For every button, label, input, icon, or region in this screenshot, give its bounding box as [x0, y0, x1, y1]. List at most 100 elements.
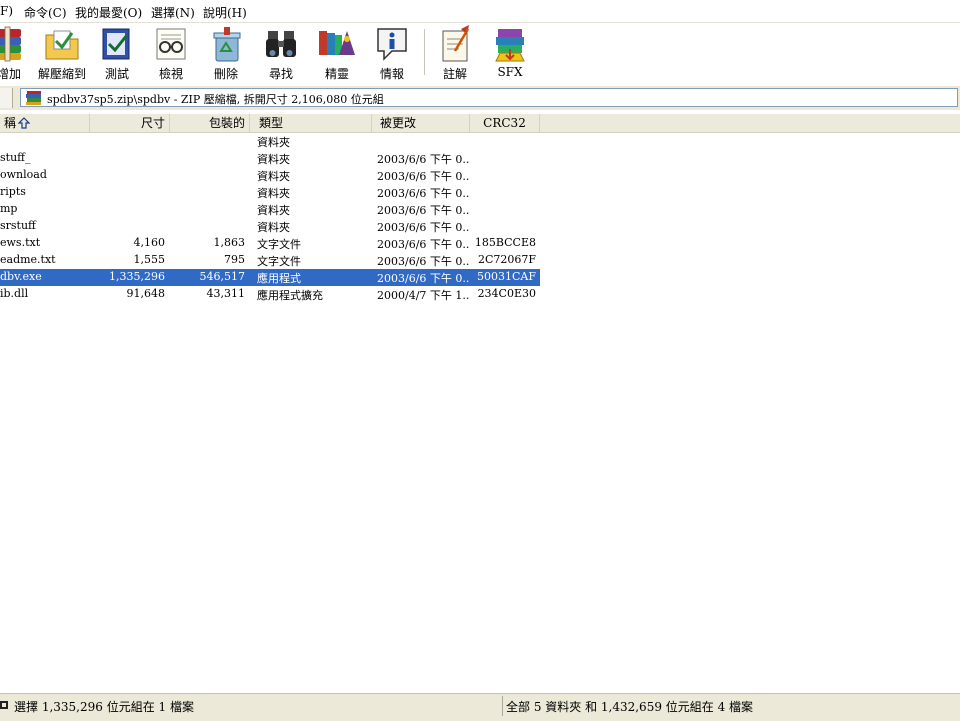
- file-size-cell: 4,160: [133, 236, 166, 249]
- status-bar: 選擇 1,335,296 位元組在 1 檔案 全部 5 資料夾 和 1,432,…: [0, 693, 960, 721]
- file-row[interactable]: ib.dll 91,648 43,311 應用程式擴充 2000/4/7 下午 1...…: [0, 286, 540, 303]
- file-crc-cell: 2C72067F: [477, 253, 536, 266]
- file-type-cell: 資料夾: [257, 187, 290, 200]
- file-row[interactable]: 資料夾: [0, 133, 540, 150]
- address-bar: spdbv37sp5.zip\spdbv - ZIP 壓縮檔, 拆開尺寸 2,1…: [0, 86, 960, 110]
- file-name-cell: ripts: [0, 185, 26, 198]
- file-name-cell: ews.txt: [0, 236, 41, 249]
- sfx-label: SFX: [497, 65, 523, 79]
- menu-commands[interactable]: 命令(C): [24, 4, 67, 21]
- file-list-header: 稱 尺寸 包裝的 類型 被更改 CRC32: [0, 114, 960, 133]
- file-modified-cell: 2003/6/6 下午 0...: [377, 153, 469, 166]
- file-modified-cell: 2003/6/6 下午 0...: [377, 238, 469, 251]
- toolbar: 增加 解壓縮到 測試 檢視 刪除 尋找 精靈 情報 註解 SFX: [0, 23, 960, 83]
- address-text: spdbv37sp5.zip\spdbv - ZIP 壓縮檔, 拆開尺寸 2,1…: [47, 93, 384, 106]
- test-button[interactable]: 測試: [90, 25, 144, 81]
- add-label: 增加: [0, 67, 21, 81]
- sfx-button[interactable]: SFX: [483, 25, 537, 81]
- file-size-cell: 1,335,296: [109, 270, 165, 283]
- file-name-cell: ownload: [0, 168, 47, 181]
- comment-label: 註解: [442, 67, 467, 81]
- menu-favorites[interactable]: 我的最愛(O): [75, 4, 142, 21]
- status-selection: 選擇 1,335,296 位元組在 1 檔案: [0, 696, 497, 716]
- file-modified-cell: 2003/6/6 下午 0...: [377, 170, 469, 183]
- file-name-cell: srstuff: [0, 219, 36, 232]
- wizard-button[interactable]: 精靈: [310, 25, 364, 81]
- sfx-icon: [495, 29, 525, 62]
- file-modified-cell: 2000/4/7 下午 1...: [377, 289, 469, 302]
- menu-file[interactable]: F): [0, 4, 13, 18]
- file-crc-cell: 50031CAF: [477, 270, 536, 283]
- sort-ascending-icon: [18, 117, 30, 129]
- file-modified-cell: 2003/6/6 下午 0...: [377, 204, 469, 217]
- status-total: 全部 5 資料夾 和 1,432,659 位元組在 4 檔案: [502, 696, 959, 716]
- file-crc-cell: 234C0E30: [477, 287, 536, 300]
- file-size-cell: 1,555: [133, 253, 166, 266]
- menu-help[interactable]: 說明(H): [203, 4, 247, 21]
- file-row[interactable]: stuff_ 資料夾 2003/6/6 下午 0...: [0, 150, 540, 167]
- zip-archive-icon: [26, 91, 41, 105]
- comment-icon: [442, 25, 470, 62]
- menu-options[interactable]: 選擇(N): [151, 4, 195, 21]
- column-size[interactable]: 尺寸: [90, 114, 170, 132]
- add-button[interactable]: 增加: [0, 25, 36, 81]
- file-name-cell: stuff_: [0, 151, 31, 164]
- column-name-label: 稱: [4, 116, 17, 130]
- test-label: 測試: [104, 67, 129, 81]
- file-row[interactable]: ews.txt 4,160 1,863 文字文件 2003/6/6 下午 0... 185…: [0, 235, 540, 252]
- status-drive-icon: [0, 701, 8, 709]
- file-row[interactable]: mp 資料夾 2003/6/6 下午 0...: [0, 201, 540, 218]
- file-type-cell: 應用程式擴充: [257, 289, 323, 302]
- toolbar-separator: [424, 29, 426, 75]
- file-type-cell: 資料夾: [257, 204, 290, 217]
- find-button[interactable]: 尋找: [254, 25, 308, 81]
- file-type-cell: 資料夾: [257, 153, 290, 166]
- file-packed-cell: 795: [224, 253, 245, 266]
- file-row[interactable]: ownload 資料夾 2003/6/6 下午 0...: [0, 167, 540, 184]
- find-binoculars-icon: [266, 31, 296, 57]
- file-name-cell: mp: [0, 202, 18, 215]
- file-modified-cell: 2003/6/6 下午 0...: [377, 221, 469, 234]
- comment-button[interactable]: 註解: [428, 25, 482, 81]
- test-check-icon: [102, 28, 130, 60]
- extract-to-label: 解壓縮到: [37, 67, 86, 81]
- view-label: 檢視: [158, 67, 183, 81]
- file-packed-cell: 43,311: [206, 287, 246, 300]
- info-icon: [377, 28, 407, 61]
- extract-to-button[interactable]: 解壓縮到: [34, 25, 90, 81]
- file-modified-cell: 2003/6/6 下午 0...: [377, 272, 469, 285]
- info-button[interactable]: 情報: [365, 25, 419, 81]
- file-type-cell: 資料夾: [257, 136, 290, 149]
- column-name[interactable]: 稱: [0, 114, 90, 132]
- delete-label: 刪除: [213, 67, 238, 81]
- address-field[interactable]: spdbv37sp5.zip\spdbv - ZIP 壓縮檔, 拆開尺寸 2,1…: [20, 88, 958, 107]
- wizard-label: 精靈: [324, 67, 349, 81]
- file-modified-cell: 2003/6/6 下午 0...: [377, 255, 469, 268]
- wizard-icon: [319, 31, 355, 55]
- menu-bar: F) 命令(C) 我的最愛(O) 選擇(N) 說明(H): [0, 0, 960, 23]
- file-row[interactable]: eadme.txt 1,555 795 文字文件 2003/6/6 下午 0... 2C7…: [0, 252, 540, 269]
- file-size-cell: 91,648: [126, 287, 166, 300]
- column-packed[interactable]: 包裝的: [170, 114, 250, 132]
- file-name-cell: dbv.exe: [0, 270, 42, 283]
- extract-folder-icon: [45, 30, 79, 60]
- column-crc[interactable]: CRC32: [470, 114, 540, 132]
- file-packed-cell: 546,517: [199, 270, 246, 283]
- view-glasses-icon: [156, 28, 186, 60]
- file-row[interactable]: srstuff 資料夾 2003/6/6 下午 0...: [0, 218, 540, 235]
- file-row[interactable]: dbv.exe 1,335,296 546,517 應用程式 2003/6/6 下午 0…: [0, 269, 540, 286]
- up-folder-button[interactable]: [0, 88, 13, 108]
- file-packed-cell: 1,863: [213, 236, 246, 249]
- view-button[interactable]: 檢視: [144, 25, 198, 81]
- delete-button[interactable]: 刪除: [199, 25, 253, 81]
- file-type-cell: 應用程式: [257, 272, 301, 285]
- file-modified-cell: 2003/6/6 下午 0...: [377, 187, 469, 200]
- status-selection-text: 選擇 1,335,296 位元組在 1 檔案: [14, 700, 194, 714]
- status-total-text: 全部 5 資料夾 和 1,432,659 位元組在 4 檔案: [506, 700, 754, 714]
- find-label: 尋找: [268, 67, 293, 81]
- file-row[interactable]: ripts 資料夾 2003/6/6 下午 0...: [0, 184, 540, 201]
- column-modified[interactable]: 被更改: [372, 114, 470, 132]
- file-type-cell: 文字文件: [257, 238, 301, 251]
- column-type[interactable]: 類型: [250, 114, 372, 132]
- file-type-cell: 資料夾: [257, 221, 290, 234]
